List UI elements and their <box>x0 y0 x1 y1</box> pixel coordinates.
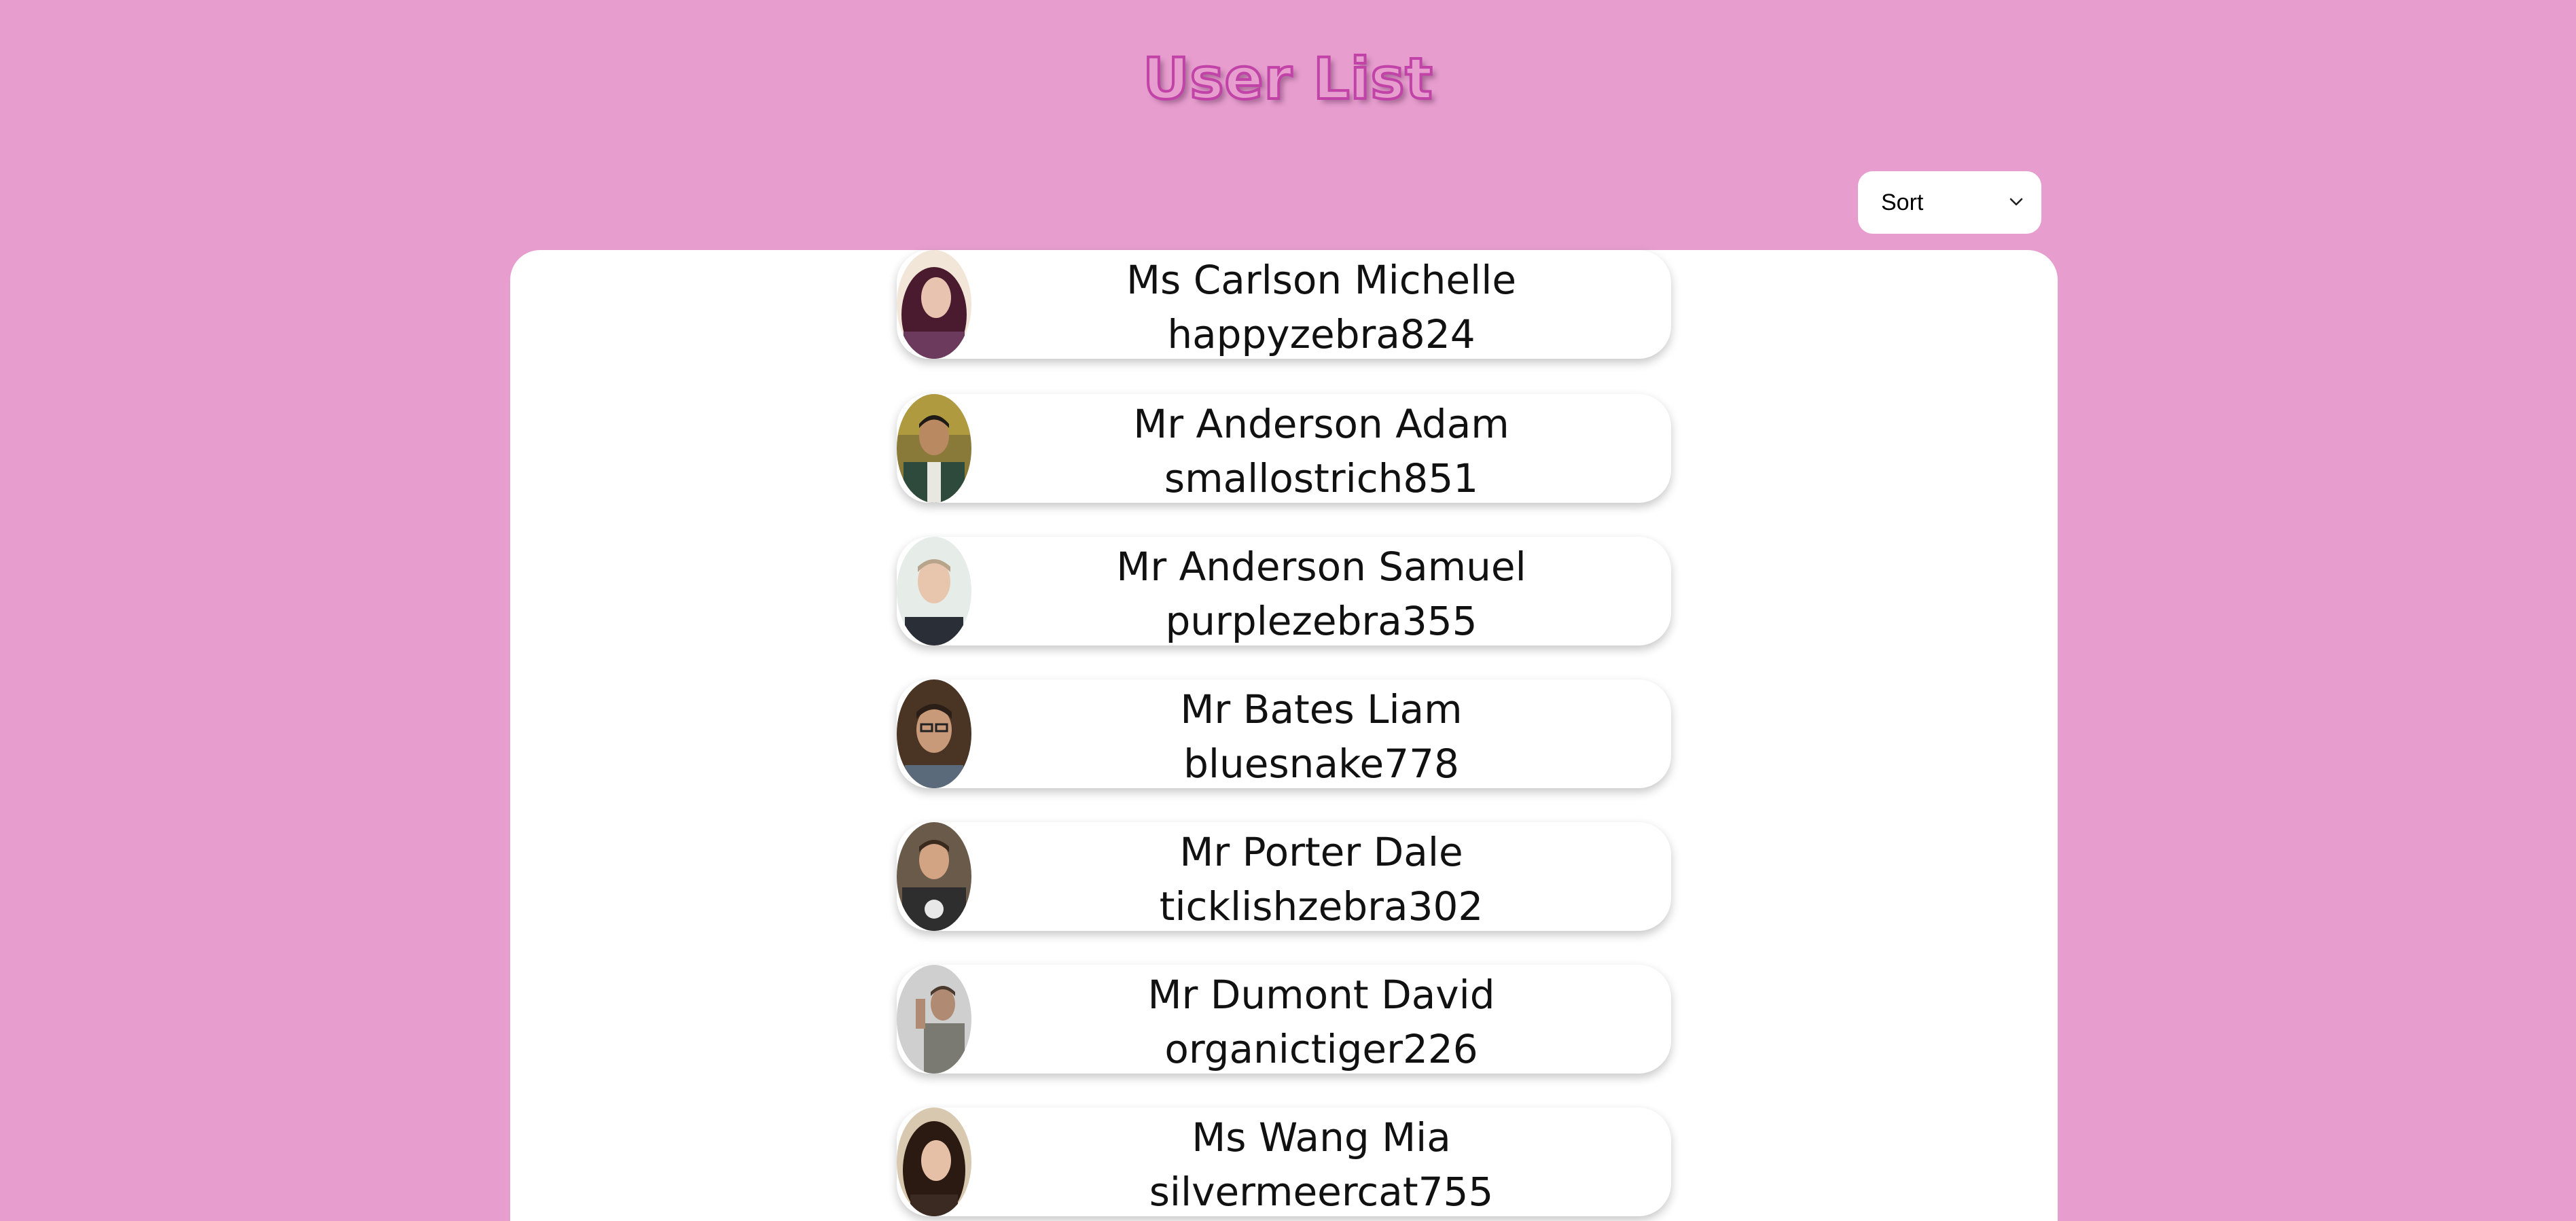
avatar <box>897 822 971 931</box>
user-name: Mr Anderson Samuel <box>1116 544 1526 590</box>
user-username: happyzebra824 <box>1167 311 1475 357</box>
user-username: bluesnake778 <box>1183 741 1459 787</box>
user-username: silvermeercat755 <box>1149 1169 1494 1215</box>
page-title: User List <box>1141 44 1433 113</box>
list-item-user[interactable]: Mr Porter Dale ticklishzebra302 <box>897 822 1671 931</box>
user-info: Mr Anderson Samuel purplezebra355 <box>971 539 1671 648</box>
user-name: Mr Bates Liam <box>1180 686 1463 732</box>
user-info: Mr Bates Liam bluesnake778 <box>971 682 1671 791</box>
avatar <box>897 394 971 503</box>
sort-dropdown[interactable]: Sort <box>1858 171 2041 234</box>
user-username: ticklishzebra302 <box>1159 883 1484 930</box>
user-name: Mr Dumont David <box>1147 972 1495 1018</box>
user-name: Ms Carlson Michelle <box>1126 257 1516 303</box>
list-item-user[interactable]: Mr Bates Liam bluesnake778 <box>897 679 1671 788</box>
user-info: Mr Anderson Adam smallostrich851 <box>971 397 1671 506</box>
user-name: Ms Wang Mia <box>1192 1114 1451 1161</box>
avatar <box>897 1108 971 1216</box>
user-info: Mr Dumont David organictiger226 <box>971 968 1671 1076</box>
avatar <box>897 679 971 788</box>
user-username: purplezebra355 <box>1165 598 1478 644</box>
list-item-user[interactable]: Mr Anderson Adam smallostrich851 <box>897 394 1671 503</box>
list-item-user[interactable]: Ms Carlson Michelle happyzebra824 <box>897 250 1671 359</box>
avatar <box>897 537 971 645</box>
list-item-user[interactable]: Ms Wang Mia silvermeercat755 <box>897 1108 1671 1216</box>
page: User List Sort Ms Carlson Michelle happy… <box>0 0 2576 1221</box>
avatar <box>897 965 971 1074</box>
sort-select[interactable]: Sort <box>1858 171 2041 234</box>
list-item-user[interactable]: Mr Dumont David organictiger226 <box>897 965 1671 1074</box>
avatar <box>897 250 971 359</box>
user-username: organictiger226 <box>1164 1026 1478 1072</box>
list-item-user[interactable]: Mr Anderson Samuel purplezebra355 <box>897 537 1671 645</box>
user-name: Mr Anderson Adam <box>1133 401 1509 447</box>
user-info: Ms Carlson Michelle happyzebra824 <box>971 253 1671 361</box>
user-info: Mr Porter Dale ticklishzebra302 <box>971 825 1671 934</box>
user-name: Mr Porter Dale <box>1179 829 1463 875</box>
user-username: smallostrich851 <box>1164 455 1479 501</box>
user-info: Ms Wang Mia silvermeercat755 <box>971 1110 1671 1219</box>
